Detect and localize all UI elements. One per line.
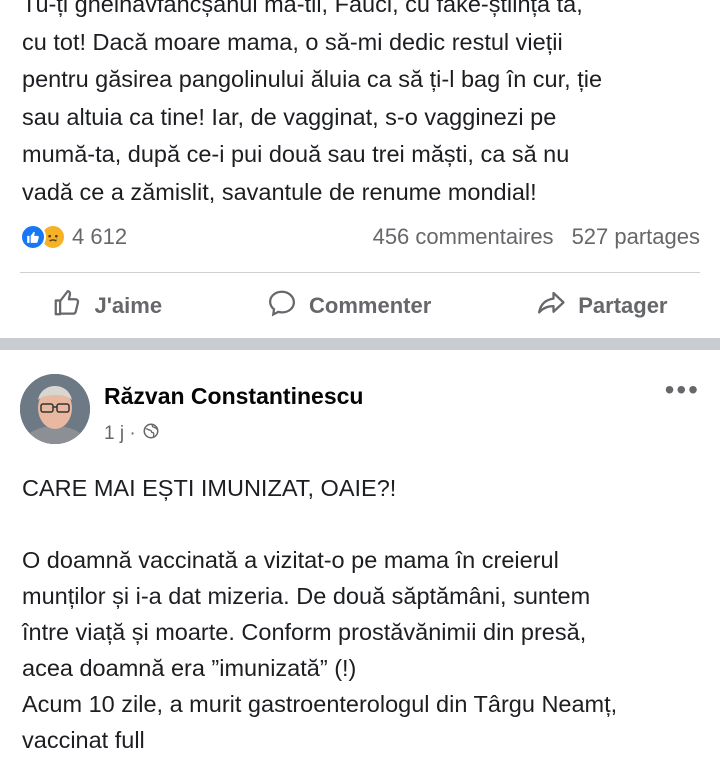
comment-button-label: Commenter (309, 293, 432, 318)
globe-icon (142, 422, 160, 446)
post-stats: 4 612 456 commentaires 527 partages (20, 220, 700, 254)
post-line: cu tot! Dacă moare mama, o să-mi dedic r… (22, 28, 563, 55)
post-line: O doamnă vaccinată a vizitat-o pe mama î… (22, 547, 559, 573)
post-line: vaccinat full (22, 727, 145, 753)
post-line: munților și i-a dat mizeria. De două săp… (22, 583, 591, 609)
post-action-bar: J'aime Commenter Partager (0, 280, 720, 332)
share-button-label: Partager (578, 293, 668, 318)
feed-separator (0, 338, 720, 350)
thumbs-up-icon (52, 288, 82, 324)
post-line: sau altuia ca tine! Iar, de vagginat, s-… (22, 103, 557, 130)
post-timestamp[interactable]: 1 j · (104, 423, 136, 445)
like-reaction-icon (20, 224, 46, 250)
post-previous: Tu-ți gheinăvfancșanul mă-tii, Fauci, cu… (0, 0, 720, 338)
comment-button[interactable]: Commenter (267, 288, 431, 324)
post-line: între viață și moarte. Conform prostăvăn… (22, 619, 587, 645)
like-button-label: J'aime (94, 293, 163, 318)
post-meta: 1 j · (104, 422, 160, 446)
post-line: Acum 10 zile, a murit gastroenterologul … (22, 691, 618, 717)
post-line: pentru găsirea pangolinului ăluia ca să … (22, 66, 603, 93)
post-heading: CARE MAI EȘTI IMUNIZAT, OAIE?! (22, 475, 397, 501)
post-line: vadă ce a zămislit, savantule de renume … (22, 178, 537, 205)
post-line: acea doamnă era ”imunizată” (!) (22, 655, 357, 681)
share-count-link[interactable]: 527 partages (572, 224, 700, 250)
reaction-summary[interactable]: 4 612 (20, 224, 127, 250)
post-body-text: Tu-ți gheinăvfancșanul mă-tii, Fauci, cu… (22, 0, 706, 212)
more-options-icon[interactable]: ••• (665, 376, 700, 404)
divider (20, 272, 700, 273)
post-body-text: CARE MAI EȘTI IMUNIZAT, OAIE?! O doamnă … (22, 470, 706, 758)
comment-count-link[interactable]: 456 commentaires (373, 224, 554, 250)
post-current: Răzvan Constantinescu 1 j · ••• CARE MAI… (0, 350, 720, 753)
avatar[interactable] (20, 374, 90, 444)
like-button[interactable]: J'aime (52, 288, 162, 324)
share-arrow-icon (536, 288, 566, 324)
reaction-count: 4 612 (72, 224, 128, 249)
post-line: mumă-ta, după ce-i pui două sau trei măș… (22, 141, 570, 168)
post-line: Tu-ți gheinăvfancșanul mă-tii, Fauci, cu… (22, 0, 583, 17)
author-name[interactable]: Răzvan Constantinescu (104, 383, 363, 410)
speech-bubble-icon (267, 288, 297, 324)
share-button[interactable]: Partager (536, 288, 668, 324)
